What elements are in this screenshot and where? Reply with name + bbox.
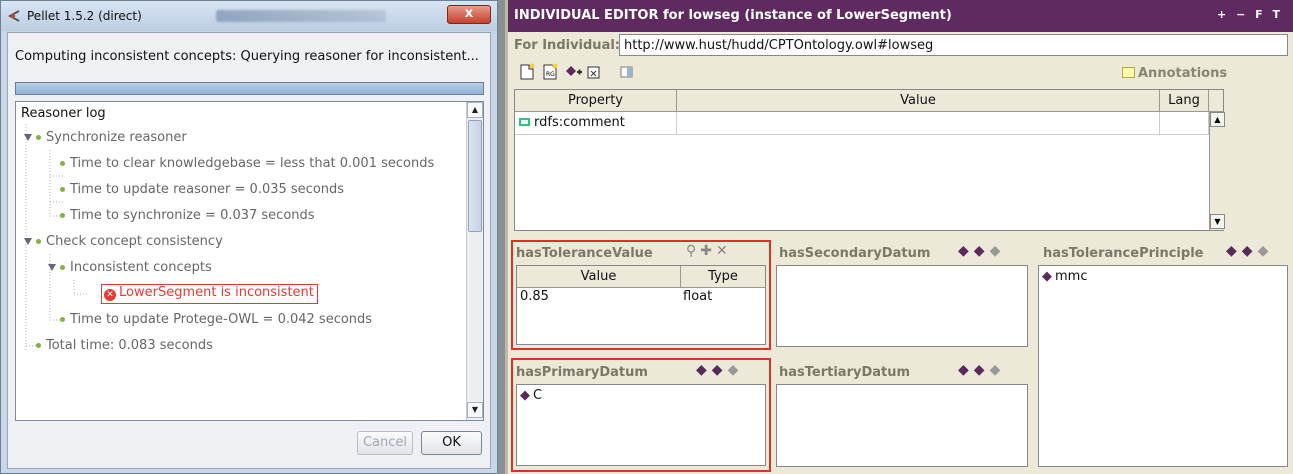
table-cell-lang[interactable] (1160, 112, 1209, 135)
table-header-corner (1209, 90, 1223, 112)
blurred-title-region (216, 10, 386, 22)
tree-node-icon (36, 135, 41, 140)
table-cell-value[interactable] (677, 112, 1160, 135)
svg-text:RG: RG (546, 71, 555, 78)
tree-leaf-icon (60, 213, 65, 218)
log-item-inconsistent-concepts[interactable]: Inconsistent concepts (70, 260, 212, 280)
table-vertical-scrollbar[interactable]: ▲ ▼ (1209, 112, 1225, 230)
inconsistent-concept-item[interactable]: ✕ LowerSegment is inconsistent (101, 284, 318, 304)
log-vertical-scrollbar[interactable]: ▲ ▼ (466, 102, 483, 420)
progress-bar (15, 82, 484, 95)
scroll-down-arrow-icon[interactable]: ▼ (467, 402, 483, 418)
slot-toolbar: ◆◆◆ (958, 243, 1005, 259)
status-text: Computing inconsistent concepts: Queryin… (15, 49, 479, 64)
expand-toggle-icon[interactable] (24, 134, 32, 141)
table-row[interactable]: rdfs:comment (515, 112, 677, 135)
pellet-app-icon (7, 10, 20, 22)
slot-toolbar: ◆◆◆ (958, 362, 1005, 378)
create-instance-icon[interactable]: ◆ (958, 243, 974, 259)
remove-instance-icon[interactable]: ◆ (990, 362, 1006, 378)
cancel-button[interactable]: Cancel (357, 431, 413, 455)
dialog-title: Pellet 1.5.2 (direct) (27, 9, 142, 23)
log-tree-content: Reasoner log Synchronize reasoner Time t… (16, 102, 466, 420)
remove-instance-icon[interactable]: ◆ (990, 243, 1006, 259)
annotation-property-icon (519, 118, 530, 126)
highlight-frame (511, 240, 771, 350)
scroll-up-arrow-icon[interactable]: ▲ (1210, 112, 1225, 127)
list-item[interactable]: ◆ mmc (1042, 269, 1087, 284)
tree-leaf-icon (60, 317, 65, 322)
highlight-frame (511, 358, 771, 472)
for-individual-label: For Individual: (514, 38, 620, 53)
note-icon (1122, 67, 1135, 78)
create-instance-icon[interactable]: ◆ (1226, 243, 1242, 259)
annotation-property-table[interactable]: Property Value Lang rdfs:comment ▲ ▼ (514, 89, 1225, 231)
tree-leaf-icon (36, 343, 41, 348)
individual-uri-field[interactable]: http://www.hust/hudd/CPTOntology.owl#low… (619, 34, 1288, 56)
inconsistent-concept-label: LowerSegment is inconsistent (119, 285, 314, 300)
scroll-up-arrow-icon[interactable]: ▲ (467, 102, 483, 118)
ok-button[interactable]: OK (421, 431, 482, 455)
create-instance-icon[interactable]: ◆ (958, 362, 974, 378)
individual-editor: INDIVIDUAL EDITOR for lowseg (instance o… (505, 0, 1293, 474)
dialog-titlebar[interactable]: Pellet 1.5.2 (direct) x (1, 1, 497, 31)
add-instance-icon[interactable]: ◆ (1242, 243, 1258, 259)
tree-leaf-icon (60, 161, 65, 166)
column-header-lang[interactable]: Lang (1160, 90, 1209, 112)
slot-title-has-tertiary-datum: hasTertiaryDatum (779, 365, 911, 380)
panel-toggle-icon[interactable] (618, 63, 636, 81)
expand-toggle-icon[interactable] (48, 264, 56, 271)
slot-toolbar: ◆◆◆ (1226, 243, 1273, 259)
remove-value-icon[interactable] (585, 63, 603, 81)
remove-instance-icon[interactable]: ◆ (1258, 243, 1274, 259)
editor-title: INDIVIDUAL EDITOR for lowseg (instance o… (514, 8, 952, 23)
tree-node-icon (36, 239, 41, 244)
slot-title-has-tolerance-principle: hasTolerancePrinciple (1043, 246, 1204, 261)
log-item-update-protege[interactable]: Time to update Protege-OWL = 0.042 secon… (70, 312, 372, 332)
slot-title-has-secondary-datum: hasSecondaryDatum (779, 246, 931, 261)
pellet-dialog: Pellet 1.5.2 (direct) x Computing incons… (0, 0, 498, 474)
add-value-icon[interactable] (565, 63, 583, 81)
reasoner-log-tree[interactable]: Reasoner log Synchronize reasoner Time t… (15, 101, 484, 421)
secondary-datum-list[interactable] (776, 265, 1028, 347)
log-root-label: Reasoner log (21, 106, 106, 121)
add-instance-icon[interactable]: ◆ (974, 362, 990, 378)
log-item-synchronize[interactable]: Synchronize reasoner (46, 130, 187, 150)
column-header-property[interactable]: Property (515, 90, 677, 112)
add-instance-icon[interactable]: ◆ (974, 243, 990, 259)
new-document-icon[interactable] (518, 63, 536, 81)
tolerance-principle-list[interactable]: ◆ mmc (1038, 265, 1288, 467)
new-resource-icon[interactable]: RG (541, 63, 559, 81)
column-header-value[interactable]: Value (677, 90, 1160, 112)
log-item-clear-kb[interactable]: Time to clear knowledgebase = less that … (70, 156, 434, 176)
expand-toggle-icon[interactable] (24, 238, 32, 245)
close-button[interactable]: x (447, 5, 491, 24)
editor-title-buttons[interactable]: + − F T (1217, 8, 1283, 21)
error-icon: ✕ (104, 289, 116, 301)
tree-leaf-icon (60, 187, 65, 192)
annotations-toggle[interactable]: Annotations (1122, 66, 1227, 81)
scroll-thumb[interactable] (468, 120, 482, 232)
log-item-total-time[interactable]: Total time: 0.083 seconds (46, 338, 213, 358)
log-item-check-consistency[interactable]: Check concept consistency (46, 234, 223, 254)
editor-titlebar: INDIVIDUAL EDITOR for lowseg (instance o… (508, 0, 1293, 32)
scroll-down-arrow-icon[interactable]: ▼ (1210, 214, 1225, 229)
log-item-synchronize-time[interactable]: Time to synchronize = 0.037 seconds (70, 208, 315, 228)
tree-node-icon (60, 265, 65, 270)
progress-fill (16, 83, 483, 94)
tertiary-datum-list[interactable] (776, 384, 1028, 467)
log-item-update-reasoner[interactable]: Time to update reasoner = 0.035 seconds (70, 182, 344, 202)
instance-diamond-icon: ◆ (1042, 269, 1052, 284)
